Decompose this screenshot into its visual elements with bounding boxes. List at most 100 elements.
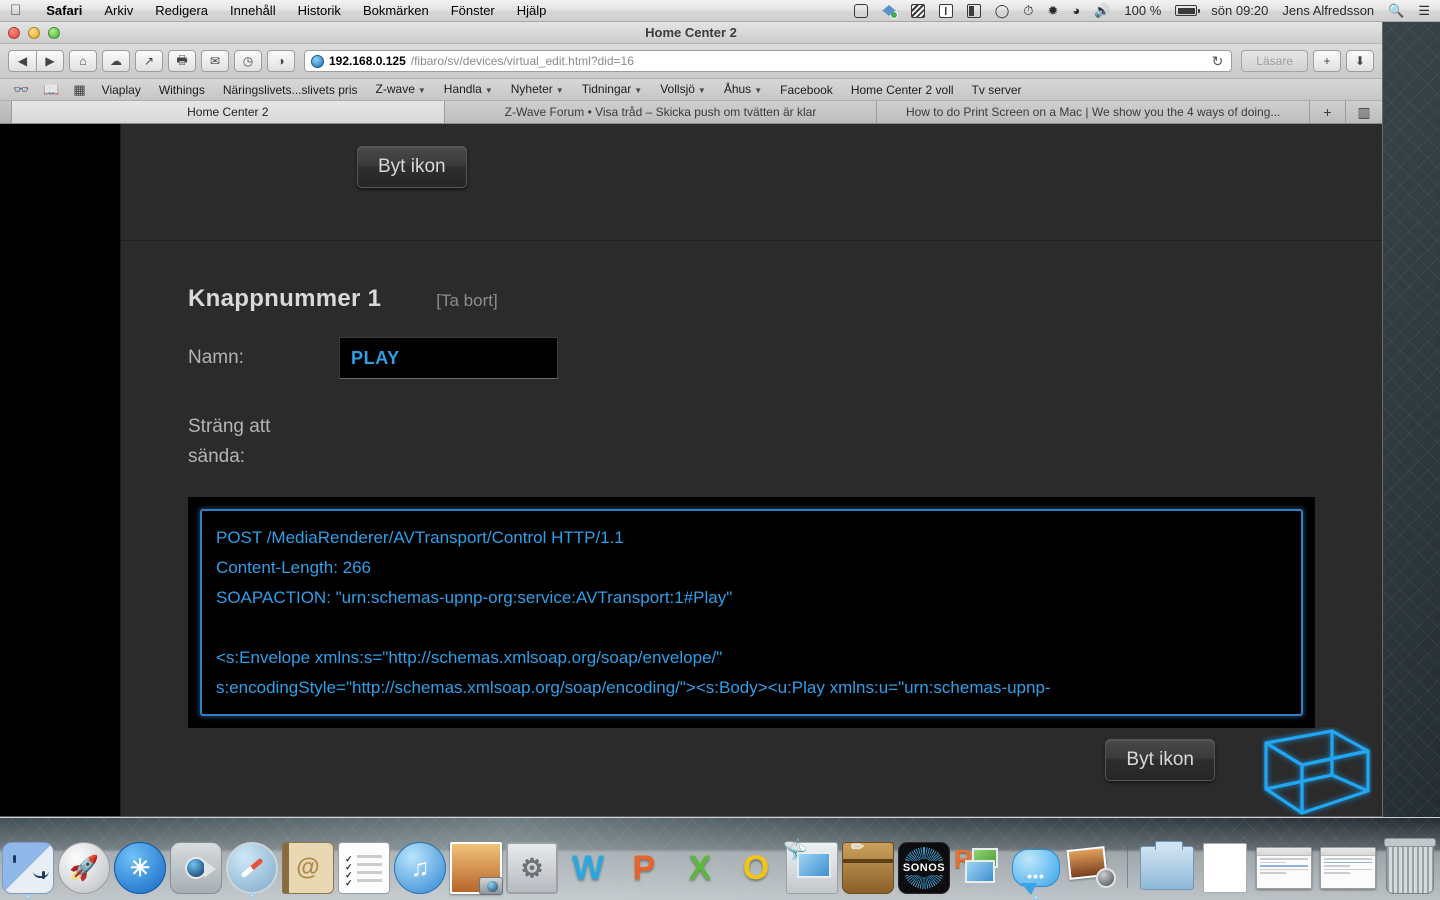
dock-item-itunes[interactable]: ♫ (394, 842, 446, 894)
excel-letter-icon: X (688, 848, 712, 887)
menu-item-fonster[interactable]: Fönster (440, 0, 506, 22)
dock-item-minimized-window-2[interactable] (1318, 842, 1378, 894)
dock-item-safari[interactable] (226, 842, 278, 898)
chevron-down-icon: ▼ (484, 85, 493, 95)
menu-item-hjalp[interactable]: Hjälp (506, 0, 558, 22)
bluetooth-icon[interactable]: ✹ (1040, 0, 1065, 22)
dock-item-screen-sharing[interactable]: R (954, 842, 1006, 894)
change-icon-button-bottom[interactable]: Byt ikon (1105, 739, 1215, 781)
bookmark-tv-server[interactable]: Tv server (963, 79, 1031, 101)
time-machine-icon[interactable]: ⏱ (1016, 0, 1040, 22)
bookmark-withings[interactable]: Withings (150, 79, 214, 101)
string-textarea-container: POST /MediaRenderer/AVTransport/Control … (188, 497, 1315, 728)
tab-home-center-2[interactable]: Home Center 2 (12, 101, 445, 123)
bookmark-folder-nyheter[interactable]: Nyheter ▼ (502, 78, 573, 102)
hazel-icon[interactable] (904, 0, 932, 22)
dock-item-facetime[interactable] (170, 842, 222, 894)
private-browsing-icon[interactable]: ◑ (267, 50, 295, 72)
string-to-send-label: Sträng att sända: (188, 416, 271, 467)
url-host: 192.168.0.125 (329, 54, 406, 68)
bookmark-folder-ahus[interactable]: Åhus ▼ (715, 78, 771, 102)
dropbox-icon[interactable] (875, 0, 904, 22)
string-textarea[interactable]: POST /MediaRenderer/AVTransport/Control … (200, 509, 1303, 716)
top-sites-icon[interactable]: ▦ (66, 79, 92, 101)
dock-item-reminders[interactable]: ✓ ✓ ✓ ✓ (338, 842, 390, 894)
bookmark-facebook[interactable]: Facebook (771, 79, 842, 101)
menu-item-bokmarken[interactable]: Bokmärken (352, 0, 440, 22)
mail-icon[interactable]: ✉ (201, 50, 229, 72)
forward-button[interactable]: ▶ (36, 50, 64, 72)
messages-status-icon[interactable]: ◯ (988, 0, 1017, 22)
dock-item-excel[interactable]: X (674, 842, 726, 894)
dock-item-word[interactable]: W (562, 842, 614, 894)
bookmark-viaplay[interactable]: Viaplay (93, 79, 150, 101)
reload-icon[interactable]: ↻ (1212, 53, 1226, 70)
dock-item-trash[interactable] (1382, 838, 1438, 894)
dock-item-app-store[interactable]: ✳ (114, 842, 166, 894)
dock-item-minimized-window-1[interactable] (1254, 842, 1314, 894)
notification-center-icon[interactable]: ☰ (1411, 0, 1440, 22)
reader-button[interactable]: Läsare (1241, 50, 1308, 72)
change-icon-button-top[interactable]: Byt ikon (357, 146, 467, 188)
1password-icon[interactable] (847, 0, 875, 22)
dock-item-finder[interactable] (2, 842, 54, 899)
tab-zwave-forum[interactable]: Z-Wave Forum • Visa tråd – Skicka push o… (444, 101, 878, 123)
dock-item-iphoto[interactable] (450, 842, 503, 895)
name-input[interactable] (339, 337, 558, 379)
dock-item-contacts[interactable]: @ (282, 842, 334, 894)
dock-item-photo-booth[interactable] (1066, 842, 1118, 894)
remove-button-link[interactable]: [Ta bort] (436, 291, 497, 311)
music-note-icon: ♫ (410, 853, 430, 882)
menu-item-safari[interactable]: Safari (35, 0, 93, 22)
bookmark-folder-zwave[interactable]: Z-wave ▼ (367, 78, 435, 102)
battery-icon[interactable] (1168, 0, 1204, 22)
folder-icon (1140, 841, 1194, 890)
search-icon[interactable]: 🔍 (1381, 0, 1411, 22)
bookmark-folder-vollsjo[interactable]: Vollsjö ▼ (651, 78, 715, 102)
downloads-icon[interactable]: ⬇ (1346, 50, 1374, 72)
icloud-tabs-icon[interactable]: ☁ (102, 50, 130, 72)
share-icon[interactable]: ↗ (135, 50, 163, 72)
volume-icon[interactable]: 🔊 (1087, 0, 1117, 22)
dock-item-system-preferences[interactable]: ⚙ (506, 842, 558, 894)
dock-item-downloads-folder[interactable] (1138, 841, 1196, 894)
address-bar[interactable]: 192.168.0.125 /fibaro/sv/devices/virtual… (304, 50, 1233, 72)
menu-item-redigera[interactable]: Redigera (144, 0, 219, 22)
gear-icon: ⚙ (520, 852, 544, 883)
name-row: Namn: (121, 337, 1382, 379)
new-tab-button[interactable]: + (1313, 50, 1341, 72)
dock-item-sonos[interactable]: SONOS (898, 842, 950, 894)
istat-icon[interactable] (932, 0, 960, 22)
apple-menu-icon[interactable]:  (10, 3, 21, 18)
app-store-icon: ✳ (129, 854, 151, 882)
dock-item-messages[interactable]: ••• (1010, 842, 1062, 900)
user-name-label[interactable]: Jens Alfredsson (1275, 0, 1381, 22)
bookmark-naringslivets[interactable]: Näringslivets...slivets pris (214, 79, 367, 101)
dock-item-launchpad[interactable]: 🚀 (58, 842, 110, 894)
bookmark-folder-tidningar[interactable]: Tidningar ▼ (573, 78, 652, 102)
reading-glasses-icon[interactable]: 👓 (6, 79, 36, 101)
dock-item-remote-desktop[interactable]: 📡 (782, 836, 838, 894)
menu-item-historik[interactable]: Historik (287, 0, 352, 22)
home-icon[interactable]: ⌂ (69, 50, 97, 72)
menu-item-arkiv[interactable]: Arkiv (93, 0, 144, 22)
bookmark-home-center-2-voll[interactable]: Home Center 2 voll (842, 79, 963, 101)
print-icon[interactable]: 🖶 (168, 50, 196, 72)
book-icon[interactable]: 📖 (36, 79, 66, 101)
clock-label[interactable]: sön 09:20 (1204, 0, 1275, 22)
history-icon[interactable]: ◷ (234, 50, 262, 72)
bookmark-folder-handla[interactable]: Handla ▼ (435, 78, 502, 102)
tab-overview-icon[interactable]: ▥ (1346, 101, 1382, 123)
displays-icon[interactable] (960, 0, 988, 22)
back-button[interactable]: ◀ (8, 50, 36, 72)
nav-buttons: ◀ ▶ (8, 50, 64, 72)
dock-item-document-window[interactable] (1200, 842, 1250, 894)
menu-item-innehall[interactable]: Innehåll (219, 0, 287, 22)
tab-print-screen-guide[interactable]: How to do Print Screen on a Mac | We sho… (877, 101, 1311, 123)
dock-item-outlook[interactable]: O (730, 842, 782, 894)
minimized-window-thumbnail (1256, 847, 1312, 889)
new-tab-button-tabbar[interactable]: + (1310, 101, 1347, 123)
wifi-icon[interactable]: ◕ (1065, 0, 1087, 22)
dock-item-bucket-utility[interactable]: ✏ (842, 839, 894, 894)
dock-item-powerpoint[interactable]: P (618, 842, 670, 894)
